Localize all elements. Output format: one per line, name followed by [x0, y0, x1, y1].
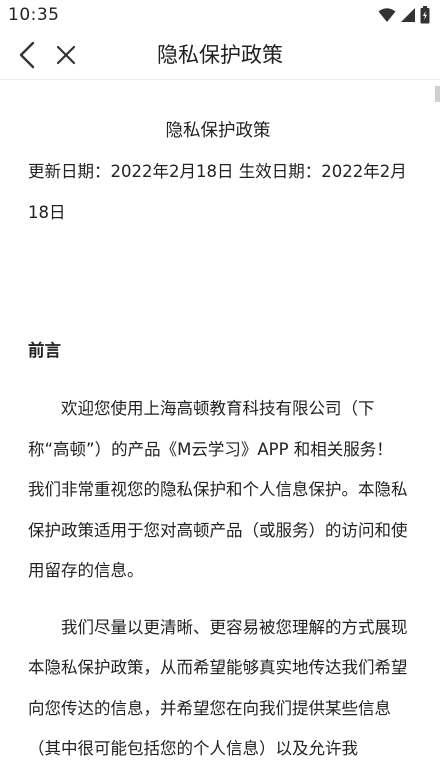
wifi-icon: [378, 8, 396, 22]
status-icons: [378, 6, 430, 24]
paragraph-commitment: 我们尽量以更清晰、更容易被您理解的方式展现本隐私保护政策，从而希望能够真实地传达…: [28, 617, 408, 759]
document-title: 隐私保护政策: [165, 121, 271, 141]
signal-icon: [401, 8, 415, 22]
status-time: 10:35: [8, 5, 60, 25]
document-content: 隐私保护政策 更新日期：2022年2月18日 生效日期：2022年2月18日 前…: [28, 110, 408, 770]
paragraph-intro: 欢迎您使用上海高顿教育科技有限公司（下称“高顿”）的产品《M云学习》APP 和相…: [28, 399, 408, 580]
navigation-bar: 隐私保护政策: [0, 30, 440, 80]
section-heading: 前言: [28, 341, 61, 360]
scrollbar-thumb[interactable]: [435, 86, 440, 102]
page-title: 隐私保护政策: [157, 43, 283, 67]
status-bar: 10:35: [0, 0, 440, 30]
date-line: 更新日期：2022年2月18日 生效日期：2022年2月18日: [28, 162, 407, 222]
battery-icon: [420, 6, 430, 24]
